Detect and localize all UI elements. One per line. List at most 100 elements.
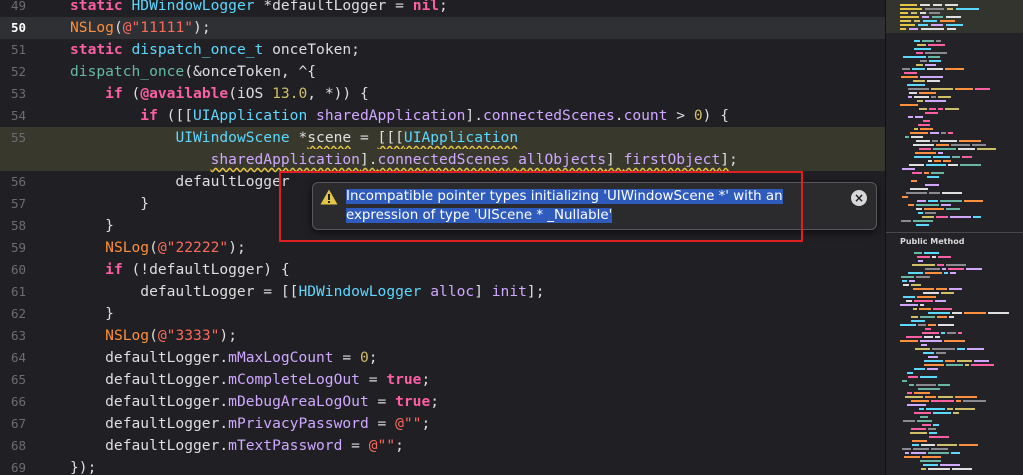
- minimap-code-mark: [933, 424, 939, 426]
- minimap-code-mark: [945, 360, 955, 362]
- minimap-code-mark: [921, 344, 927, 346]
- code-text: if (@available(iOS 13.0, *)) {: [70, 83, 369, 105]
- code-line[interactable]: 60 if (!defaultLogger) {: [0, 259, 885, 281]
- code-token: @"22222": [157, 239, 229, 256]
- minimap-code-mark: [972, 144, 986, 146]
- minimap-code-mark: [923, 464, 938, 466]
- code-line[interactable]: 65 defaultLogger.mCompleteLogOut = true;: [0, 369, 885, 391]
- minimap-code-mark: [930, 132, 939, 134]
- minimap-code-mark: [935, 300, 946, 302]
- code-line[interactable]: 50 NSLog(@"11111");: [0, 17, 885, 39]
- minimap-code-mark: [901, 220, 911, 222]
- code-line[interactable]: 69});: [0, 457, 885, 475]
- minimap-code-mark: [903, 296, 915, 298]
- code-line[interactable]: 49 static HDWindowLogger *defaultLogger =…: [0, 0, 885, 17]
- minimap-code-mark: [947, 8, 953, 10]
- minimap-section-label: Public Method: [900, 237, 965, 246]
- minimap-code-mark: [902, 280, 907, 282]
- minimap-code-mark: [908, 96, 912, 98]
- code-line[interactable]: 55 UIWindowScene *scene = [[[UIApplicati…: [0, 127, 885, 149]
- minimap-code-mark: [903, 420, 915, 422]
- minimap-code-mark: [909, 92, 917, 94]
- minimap-code-mark: [967, 348, 984, 350]
- code-token: defaultLogger: [70, 173, 290, 190]
- minimap-code-mark: [936, 40, 941, 42]
- code-text: defaultLogger.mCompleteLogOut = true;: [70, 369, 430, 391]
- minimap-code-mark: [936, 288, 947, 290]
- minimap-code-mark: [914, 96, 929, 98]
- minimap-code-mark: [920, 60, 927, 62]
- minimap-code-mark: [948, 132, 953, 134]
- minimap-code-mark: [914, 128, 918, 130]
- warning-bubble[interactable]: Incompatible pointer types initializing …: [312, 182, 877, 230]
- minimap[interactable]: Public Method: [885, 0, 1023, 475]
- line-number: 60: [10, 262, 26, 277]
- minimap-code-mark: [924, 364, 944, 366]
- code-line[interactable]: 67 defaultLogger.mPrivacyPassword = @"";: [0, 413, 885, 435]
- code-token: );: [228, 239, 246, 256]
- minimap-code-mark: [900, 16, 919, 18]
- code-line[interactable]: 62 }: [0, 303, 885, 325]
- close-warning-button[interactable]: ×: [851, 190, 867, 206]
- code-token: defaultLogger.: [70, 437, 229, 454]
- minimap-code-mark: [914, 252, 922, 254]
- minimap-code-mark: [922, 424, 931, 426]
- minimap-code-mark: [901, 76, 918, 78]
- minimap-code-mark: [938, 384, 950, 386]
- minimap-code-mark: [912, 440, 927, 442]
- minimap-code-mark: [925, 52, 947, 54]
- code-token: NSLog: [105, 239, 150, 256]
- minimap-code-mark: [940, 140, 957, 142]
- code-line[interactable]: 51 static dispatch_once_t onceToken;: [0, 39, 885, 61]
- minimap-code-mark: [913, 448, 929, 450]
- minimap-code-mark: [910, 188, 928, 190]
- minimap-code-mark: [964, 312, 986, 314]
- code-line[interactable]: 68 defaultLogger.mTextPassword = @"";: [0, 435, 885, 457]
- minimap-code-mark: [919, 92, 936, 94]
- minimap-code-mark: [925, 64, 936, 66]
- minimap-code-mark: [908, 116, 913, 118]
- minimap-code-mark: [911, 12, 917, 14]
- code-line[interactable]: 53 if (@available(iOS 13.0, *)) {: [0, 83, 885, 105]
- code-line[interactable]: 66 defaultLogger.mDebugAreaLogOut = true…: [0, 391, 885, 413]
- minimap-code-mark: [924, 252, 939, 254]
- code-line[interactable]: 54 if ([[UIApplication sharedApplication…: [0, 105, 885, 127]
- code-text: static dispatch_once_t onceToken;: [70, 39, 360, 61]
- minimap-code-mark: [907, 404, 926, 406]
- minimap-code-mark: [919, 148, 931, 150]
- minimap-code-mark: [925, 396, 936, 398]
- minimap-code-mark: [910, 432, 927, 434]
- minimap-code-mark: [927, 176, 939, 178]
- code-token: 13.0: [272, 85, 308, 102]
- code-line[interactable]: 52 dispatch_once(&onceToken, ^{: [0, 61, 885, 83]
- minimap-code-mark: [902, 380, 907, 382]
- minimap-code-mark: [941, 204, 951, 206]
- code-line[interactable]: sharedApplication].connectedScenes allOb…: [0, 149, 885, 171]
- minimap-code-mark: [915, 152, 936, 154]
- minimap-code-mark: [913, 308, 917, 310]
- code-editor[interactable]: 49 static HDWindowLogger *defaultLogger =…: [0, 0, 885, 475]
- minimap-code-mark: [925, 268, 940, 270]
- minimap-code-mark: [959, 444, 978, 446]
- code-token: );: [219, 327, 237, 344]
- code-token: UIApplication: [193, 107, 317, 124]
- minimap-code-mark: [916, 204, 939, 206]
- code-token: >: [667, 107, 694, 124]
- minimap-code-mark: [916, 208, 922, 210]
- code-token: sharedApplication: [316, 107, 466, 124]
- minimap-code-mark: [907, 84, 925, 86]
- code-token: ;: [395, 437, 404, 454]
- code-line[interactable]: 64 defaultLogger.mMaxLogCount = 0;: [0, 347, 885, 369]
- minimap-code-mark: [915, 348, 930, 350]
- code-line[interactable]: 59 NSLog(@"22222");: [0, 237, 885, 259]
- code-token: mCompleteLogOut: [228, 371, 360, 388]
- code-line[interactable]: 63 NSLog(@"3333");: [0, 325, 885, 347]
- minimap-code-mark: [907, 372, 913, 374]
- minimap-code-mark: [948, 164, 958, 166]
- code-line[interactable]: 61 defaultLogger = [[HDWindowLogger allo…: [0, 281, 885, 303]
- minimap-code-mark: [974, 360, 989, 362]
- minimap-code-mark: [940, 464, 960, 466]
- minimap-code-mark: [914, 156, 931, 158]
- code-token: @"": [395, 415, 422, 432]
